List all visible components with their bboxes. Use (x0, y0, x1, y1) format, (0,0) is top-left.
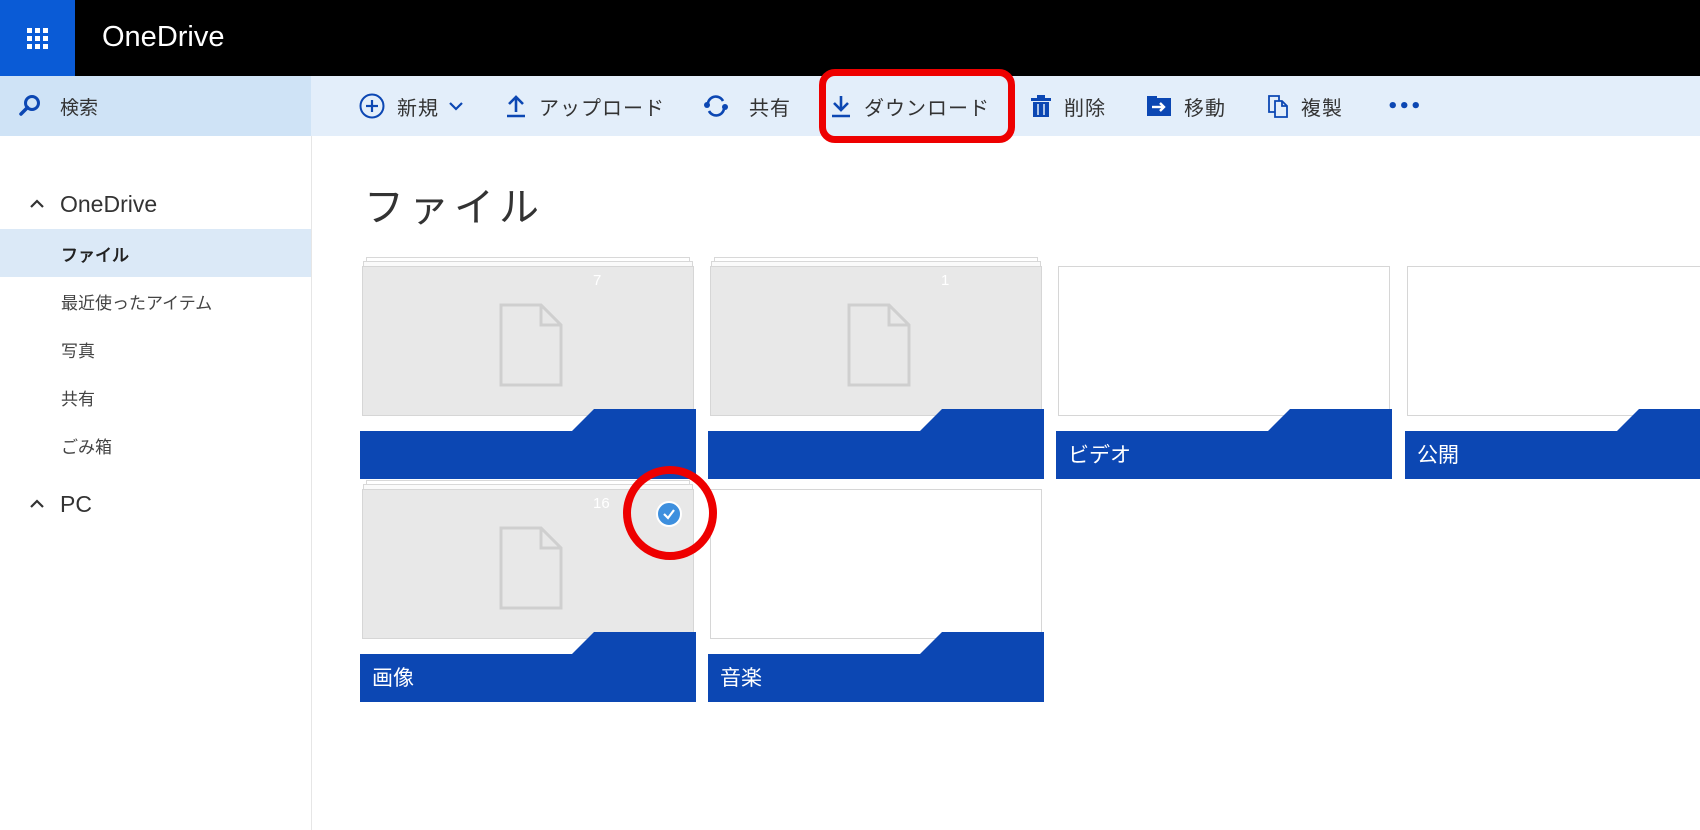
nav-item-shared[interactable]: 共有 (0, 373, 311, 421)
app-title[interactable]: OneDrive (102, 21, 225, 54)
folder-name: 画像 (372, 666, 414, 690)
folder-thumbnail (362, 489, 694, 639)
folder-name: ビデオ (1068, 443, 1131, 467)
plus-circle-icon (359, 93, 385, 119)
item-count: 16 (593, 495, 610, 512)
waffle-icon (27, 27, 48, 49)
upload-button[interactable]: アップロード (505, 76, 665, 136)
item-count: 0 (941, 495, 950, 512)
delete-label: 削除 (1064, 95, 1106, 120)
top-bar: OneDrive (0, 0, 1700, 76)
more-button[interactable]: ••• (1387, 76, 1422, 136)
item-count: 0 (1639, 272, 1648, 289)
chevron-up-icon (30, 199, 44, 208)
folder-name: 公開 (1417, 443, 1459, 467)
nav-item-label: ファイル (61, 245, 129, 266)
nav-section-label: OneDrive (60, 190, 158, 217)
folder-band (708, 409, 1044, 479)
folder-thumbnail (710, 489, 1042, 639)
checkmark-icon (663, 509, 675, 520)
nav-item-photos[interactable]: 写真 (0, 325, 311, 373)
folder-thumbnail (710, 266, 1042, 416)
nav-item-recent[interactable]: 最近使ったアイテム (0, 277, 311, 325)
search-label: 検索 (60, 96, 99, 119)
nav-section-onedrive[interactable]: OneDrive (0, 184, 157, 224)
page-title: ファイル (364, 185, 544, 231)
folder-tile-video[interactable]: 0 ビデオ (1056, 266, 1392, 479)
folder-thumbnail (1058, 266, 1390, 416)
chevron-down-icon (449, 102, 463, 111)
more-icon: ••• (1387, 95, 1422, 117)
folder-name: 音楽 (720, 666, 762, 690)
nav-item-label: 写真 (61, 341, 95, 362)
copy-button[interactable]: 複製 (1267, 76, 1343, 136)
search-box[interactable]: 検索 (0, 76, 311, 136)
download-button[interactable]: ダウンロード (830, 76, 990, 136)
upload-icon (507, 95, 525, 118)
nav-item-recycle-bin[interactable]: ごみ箱 (0, 421, 311, 469)
folder-tile[interactable]: 7 (360, 257, 696, 479)
trash-icon (1031, 95, 1051, 117)
folder-thumbnail (1407, 266, 1700, 416)
folder-tile-public[interactable]: 0 公開 (1405, 266, 1700, 479)
left-nav: OneDrive ファイル 最近使ったアイテム 写真 共有 ごみ箱 PC (0, 136, 312, 830)
folder-thumbnail (362, 266, 694, 416)
item-count: 1 (941, 272, 950, 289)
folder-tile-images[interactable]: 16 画像 (360, 480, 696, 702)
selection-checkbox[interactable] (656, 501, 682, 527)
share-icon (704, 95, 728, 117)
share-label: 共有 (749, 95, 791, 120)
folder-tile-music[interactable]: 0 音楽 (708, 489, 1044, 702)
nav-item-files[interactable]: ファイル (0, 229, 311, 277)
app-launcher-button[interactable] (0, 0, 75, 76)
search-icon (19, 95, 40, 116)
move-to-icon (1147, 96, 1171, 116)
upload-label: アップロード (539, 95, 665, 120)
share-button[interactable]: 共有 (703, 76, 791, 136)
item-count: 7 (593, 272, 602, 289)
copy-icon (1268, 95, 1288, 118)
delete-button[interactable]: 削除 (1030, 76, 1106, 136)
folder-tile[interactable]: 1 (708, 257, 1044, 479)
nav-item-label: 共有 (61, 389, 95, 410)
copy-label: 複製 (1301, 95, 1343, 120)
command-bar: 検索 新規 アップロード 共有 ダウンロード 削除 移動 複製 ••• (0, 76, 1700, 136)
download-icon (832, 96, 850, 118)
item-count: 0 (1288, 272, 1297, 289)
chevron-up-icon (30, 499, 44, 508)
move-button[interactable]: 移動 (1146, 76, 1226, 136)
new-label: 新規 (397, 95, 439, 120)
document-icon (499, 303, 563, 387)
nav-item-label: 最近使ったアイテム (61, 293, 213, 314)
new-button[interactable]: 新規 (359, 76, 463, 136)
nav-section-label: PC (60, 490, 92, 517)
move-label: 移動 (1184, 95, 1226, 120)
document-icon (499, 526, 563, 610)
folder-band (360, 409, 696, 479)
nav-item-label: ごみ箱 (61, 437, 112, 458)
download-label: ダウンロード (864, 95, 990, 120)
document-icon (847, 303, 911, 387)
nav-section-pc[interactable]: PC (0, 484, 92, 524)
